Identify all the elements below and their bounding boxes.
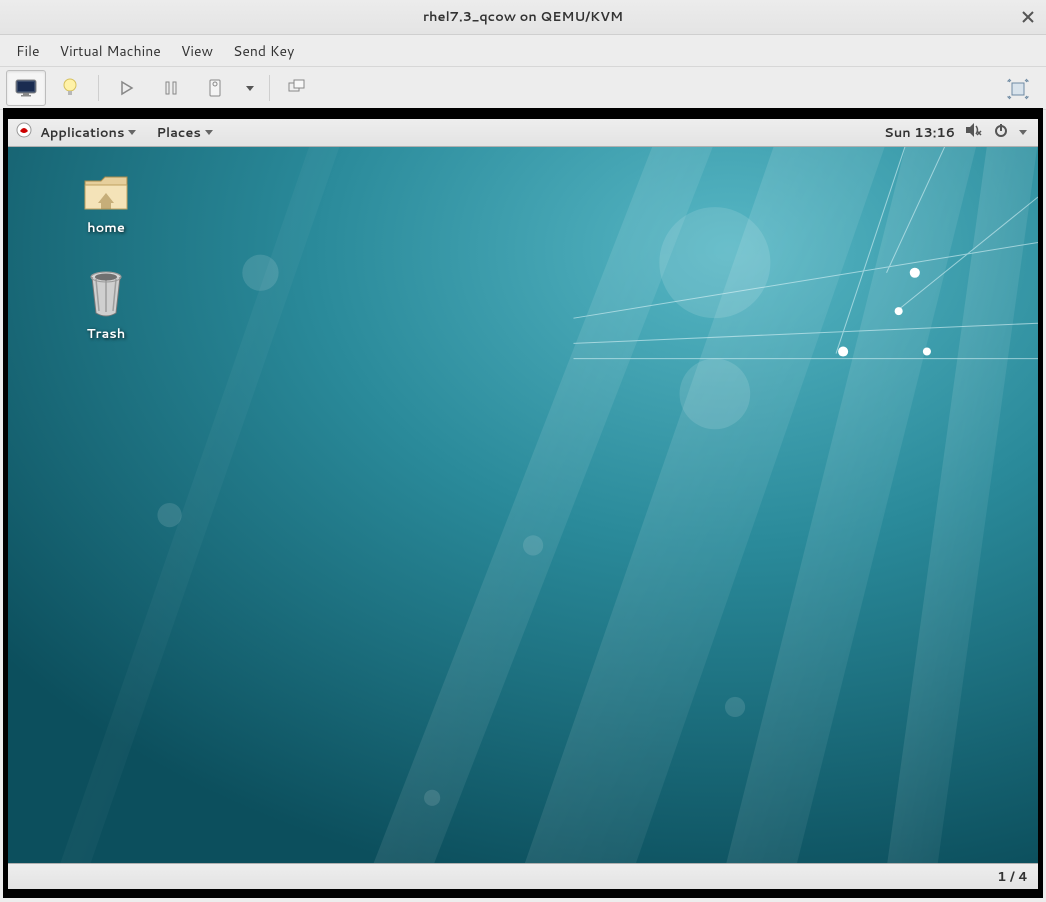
trash-label: Trash	[66, 325, 146, 343]
guest-screen[interactable]: Applications Places Sun 13:16	[8, 119, 1038, 889]
menu-send-key[interactable]: Send Key	[223, 36, 304, 66]
home-label: home	[66, 219, 146, 237]
virt-viewer-window: rhel7.3_qcow on QEMU/KVM File Virtual Ma…	[0, 0, 1046, 902]
clock[interactable]: Sun 13:16	[884, 124, 955, 142]
separator	[98, 75, 99, 101]
wallpaper	[8, 147, 1038, 863]
menu-view[interactable]: View	[171, 36, 223, 66]
lightbulb-icon	[63, 77, 77, 99]
show-details-button[interactable]	[50, 70, 90, 106]
menu-file[interactable]: File	[6, 36, 50, 66]
close-icon[interactable]	[1018, 7, 1038, 27]
chevron-down-icon	[205, 130, 213, 135]
window-title: rhel7.3_qcow on QEMU/KVM	[423, 8, 623, 26]
desktop-area[interactable]: home Trash	[8, 147, 1038, 863]
gnome-top-panel: Applications Places Sun 13:16	[8, 119, 1038, 147]
applications-menu[interactable]: Applications	[38, 124, 144, 142]
shutdown-device-icon	[207, 78, 223, 98]
chevron-down-icon	[246, 86, 254, 91]
applications-label: Applications	[40, 124, 124, 142]
monitor-icon	[15, 79, 37, 97]
places-menu[interactable]: Places	[154, 124, 220, 142]
menubar: File Virtual Machine View Send Key	[0, 35, 1046, 67]
chevron-down-icon	[128, 130, 136, 135]
workspace-indicator[interactable]: 1 / 4	[997, 868, 1028, 886]
gnome-bottom-panel: 1 / 4	[8, 863, 1038, 889]
vm-display-area: Applications Places Sun 13:16	[3, 108, 1043, 898]
shutdown-menu-button[interactable]	[239, 70, 261, 106]
fullscreen-button[interactable]	[998, 71, 1038, 107]
home-folder-icon	[82, 169, 130, 213]
desktop-icon-home[interactable]: home	[66, 169, 146, 237]
redhat-logo-icon	[16, 122, 32, 143]
shutdown-button[interactable]	[195, 70, 235, 106]
power-icon[interactable]	[993, 122, 1009, 143]
menu-virtual-machine[interactable]: Virtual Machine	[50, 36, 171, 66]
run-button[interactable]	[107, 70, 147, 106]
places-label: Places	[156, 124, 200, 142]
desktop-icon-trash[interactable]: Trash	[66, 269, 146, 343]
snapshots-icon	[288, 79, 308, 97]
snapshots-button[interactable]	[278, 70, 318, 106]
fullscreen-icon	[1007, 78, 1029, 100]
trash-icon	[84, 269, 128, 319]
toolbar	[0, 67, 1046, 110]
play-icon	[120, 80, 134, 96]
pause-icon	[164, 80, 178, 96]
chevron-down-icon[interactable]	[1019, 130, 1027, 135]
volume-icon[interactable]	[965, 122, 983, 143]
pause-button[interactable]	[151, 70, 191, 106]
show-console-button[interactable]	[6, 70, 46, 106]
titlebar: rhel7.3_qcow on QEMU/KVM	[0, 0, 1046, 35]
separator	[269, 75, 270, 101]
